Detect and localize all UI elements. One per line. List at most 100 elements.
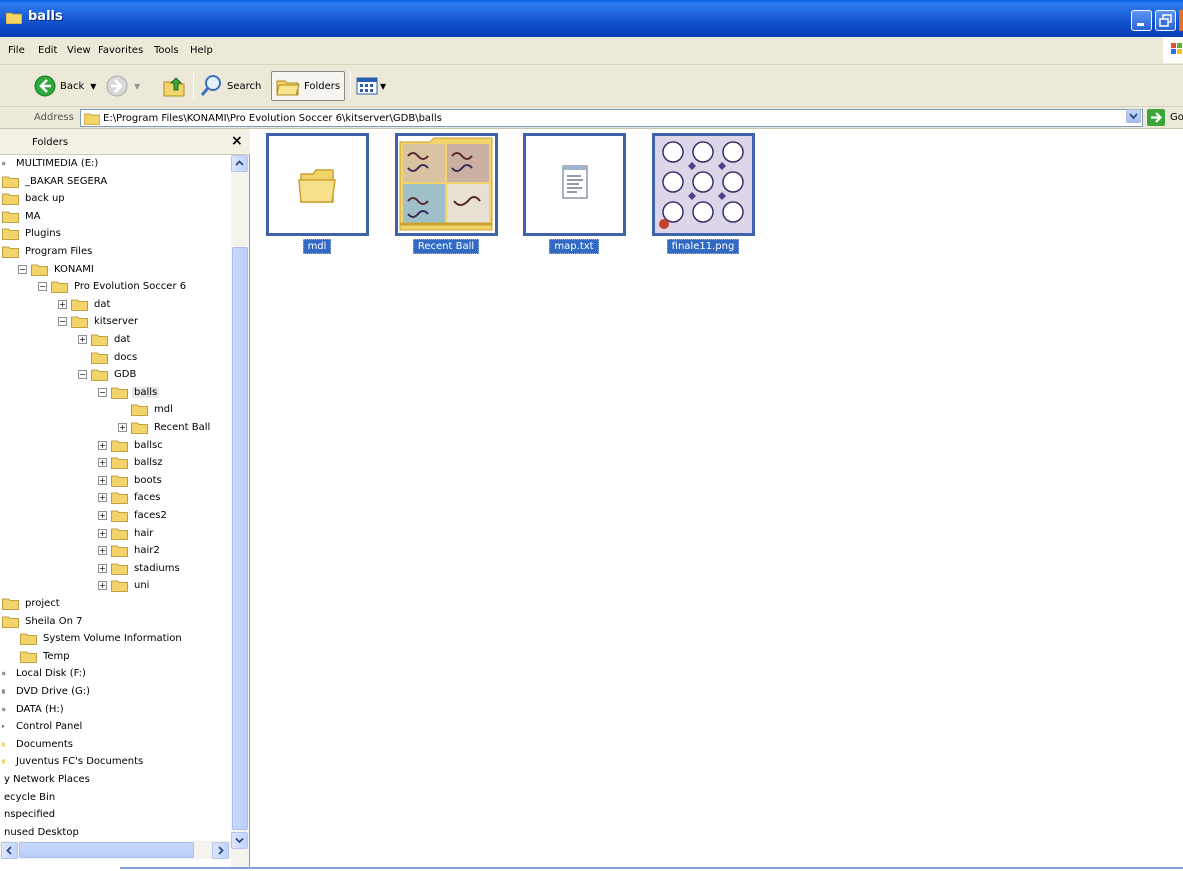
file-name: mdl bbox=[302, 239, 332, 254]
tree-item-label: project bbox=[25, 598, 60, 609]
tree-item[interactable]: DVD Drive (G:) bbox=[2, 683, 92, 700]
close-icon[interactable]: × bbox=[231, 133, 243, 149]
search-button[interactable]: Search bbox=[199, 71, 261, 101]
expand-icon[interactable]: + bbox=[98, 493, 107, 503]
expand-icon[interactable]: + bbox=[98, 581, 107, 591]
tree-item[interactable]: Plugins bbox=[2, 225, 63, 242]
tree-item-label: _BAKAR SEGERA bbox=[25, 175, 108, 187]
scroll-left-button[interactable] bbox=[1, 842, 18, 859]
vertical-scrollbar[interactable] bbox=[231, 155, 249, 867]
tree-item[interactable]: DATA (H:) bbox=[2, 701, 66, 718]
address-path: E:\Program Files\KONAMI\Pro Evolution So… bbox=[103, 113, 442, 124]
tree-item[interactable]: + dat bbox=[78, 331, 132, 348]
tree-item[interactable]: nused Desktop bbox=[2, 824, 81, 841]
tree-item-label: KONAMI bbox=[54, 263, 94, 275]
expand-icon[interactable]: + bbox=[78, 335, 87, 344]
tree-item[interactable]: Control Panel bbox=[2, 718, 84, 735]
folders-button[interactable]: Folders bbox=[271, 71, 346, 101]
go-label[interactable]: Go bbox=[1170, 112, 1183, 123]
collapse-icon[interactable]: − bbox=[78, 370, 87, 380]
expand-icon[interactable]: + bbox=[98, 458, 107, 468]
expand-icon[interactable]: + bbox=[58, 299, 67, 309]
tree-item[interactable]: − KONAMI bbox=[18, 261, 96, 278]
menu-favorites[interactable]: Favorites bbox=[98, 45, 143, 56]
tree-item[interactable]: Juventus FC's Documents bbox=[2, 753, 145, 770]
tree-item[interactable]: MULTIMEDIA (E:) bbox=[2, 155, 100, 172]
scroll-right-button[interactable] bbox=[212, 842, 229, 859]
forward-dropdown-icon[interactable]: ▼ bbox=[134, 82, 140, 91]
back-dropdown-icon[interactable]: ▼ bbox=[90, 82, 96, 91]
expand-icon[interactable]: + bbox=[98, 528, 107, 538]
expand-icon[interactable]: + bbox=[98, 475, 107, 485]
tree-item[interactable]: + uni bbox=[98, 577, 151, 594]
file-item[interactable]: Recent Ball bbox=[391, 133, 501, 254]
restore-button[interactable] bbox=[1155, 10, 1176, 31]
tree-item[interactable]: System Volume Information bbox=[20, 630, 184, 647]
menu-file[interactable]: File bbox=[8, 45, 25, 56]
tree-item[interactable]: back up bbox=[2, 190, 67, 207]
tree-item[interactable]: + hair bbox=[98, 525, 155, 542]
forward-button[interactable]: ▼ bbox=[106, 71, 140, 101]
tree-item[interactable]: + ballsc bbox=[98, 437, 165, 454]
expand-icon[interactable]: + bbox=[98, 546, 107, 556]
tree-item-label: Juventus FC's Documents bbox=[16, 756, 144, 768]
address-input[interactable]: E:\Program Files\KONAMI\Pro Evolution So… bbox=[80, 109, 1143, 127]
close-button[interactable] bbox=[1179, 10, 1183, 31]
tree-item[interactable]: MA bbox=[2, 208, 42, 225]
tree-item[interactable]: project bbox=[2, 595, 62, 612]
collapse-icon[interactable]: − bbox=[58, 317, 67, 327]
tree-item[interactable]: − Pro Evolution Soccer 6 bbox=[38, 278, 188, 295]
tree-item[interactable]: nspecified bbox=[2, 806, 57, 823]
tree-item[interactable]: − GDB bbox=[78, 366, 138, 383]
tree-item[interactable]: + boots bbox=[98, 472, 164, 489]
expand-icon[interactable]: + bbox=[98, 563, 107, 573]
title-bar[interactable]: balls bbox=[0, 0, 1183, 37]
menu-view[interactable]: View bbox=[67, 45, 91, 56]
expand-icon[interactable]: + bbox=[118, 423, 127, 432]
tree-item[interactable]: + hair2 bbox=[98, 542, 162, 559]
address-dropdown-button[interactable] bbox=[1126, 109, 1141, 123]
tree-item[interactable]: _BAKAR SEGERA bbox=[2, 173, 109, 190]
menu-tools[interactable]: Tools bbox=[154, 45, 179, 56]
collapse-icon[interactable]: − bbox=[98, 387, 107, 397]
tree-item[interactable]: ecycle Bin bbox=[2, 789, 57, 806]
menu-edit[interactable]: Edit bbox=[38, 45, 57, 56]
file-item[interactable]: mdl bbox=[262, 133, 372, 254]
go-button[interactable] bbox=[1147, 109, 1165, 126]
up-folder-button[interactable] bbox=[162, 71, 186, 101]
tree-item[interactable]: − kitserver bbox=[58, 313, 140, 330]
tree-item[interactable]: + stadiums bbox=[98, 560, 182, 577]
horizontal-scrollbar[interactable] bbox=[0, 841, 231, 859]
expand-icon[interactable]: + bbox=[98, 440, 107, 450]
menu-help[interactable]: Help bbox=[190, 45, 213, 56]
views-button[interactable]: ▼ bbox=[356, 71, 386, 101]
tree-item[interactable]: + faces bbox=[98, 489, 163, 506]
tree-item[interactable]: docs bbox=[78, 349, 139, 366]
tree-item[interactable]: + dat bbox=[58, 296, 112, 313]
tree-item[interactable]: Local Disk (F:) bbox=[2, 665, 88, 682]
file-item[interactable]: finale11.png bbox=[648, 133, 758, 254]
tree-item[interactable]: + faces2 bbox=[98, 507, 169, 524]
tree-item[interactable]: + ballsz bbox=[98, 454, 165, 471]
tree-item[interactable]: − balls bbox=[98, 384, 160, 401]
back-button[interactable]: Back ▼ bbox=[34, 71, 96, 101]
tree-item[interactable]: Temp bbox=[20, 648, 72, 665]
tree-item[interactable]: + Recent Ball bbox=[118, 419, 212, 436]
folder-icon bbox=[111, 544, 132, 558]
tree-item[interactable]: mdl bbox=[118, 401, 175, 418]
tree-item[interactable]: Documents bbox=[2, 736, 75, 753]
chevron-right-icon bbox=[218, 846, 224, 855]
minimize-button[interactable] bbox=[1131, 10, 1152, 31]
tree-item[interactable]: y Network Places bbox=[2, 771, 92, 788]
file-item[interactable]: map.txt bbox=[519, 133, 629, 254]
scroll-thumb[interactable] bbox=[232, 247, 248, 830]
expand-icon[interactable]: + bbox=[98, 511, 107, 520]
tree-item[interactable]: Program Files bbox=[2, 243, 94, 260]
collapse-icon[interactable]: − bbox=[38, 282, 47, 292]
collapse-icon[interactable]: − bbox=[18, 264, 27, 274]
scroll-up-button[interactable] bbox=[231, 155, 248, 172]
scroll-thumb[interactable] bbox=[19, 842, 194, 858]
views-dropdown-icon[interactable]: ▼ bbox=[380, 82, 386, 91]
scroll-down-button[interactable] bbox=[231, 832, 248, 849]
tree-item[interactable]: Sheila On 7 bbox=[2, 613, 84, 630]
